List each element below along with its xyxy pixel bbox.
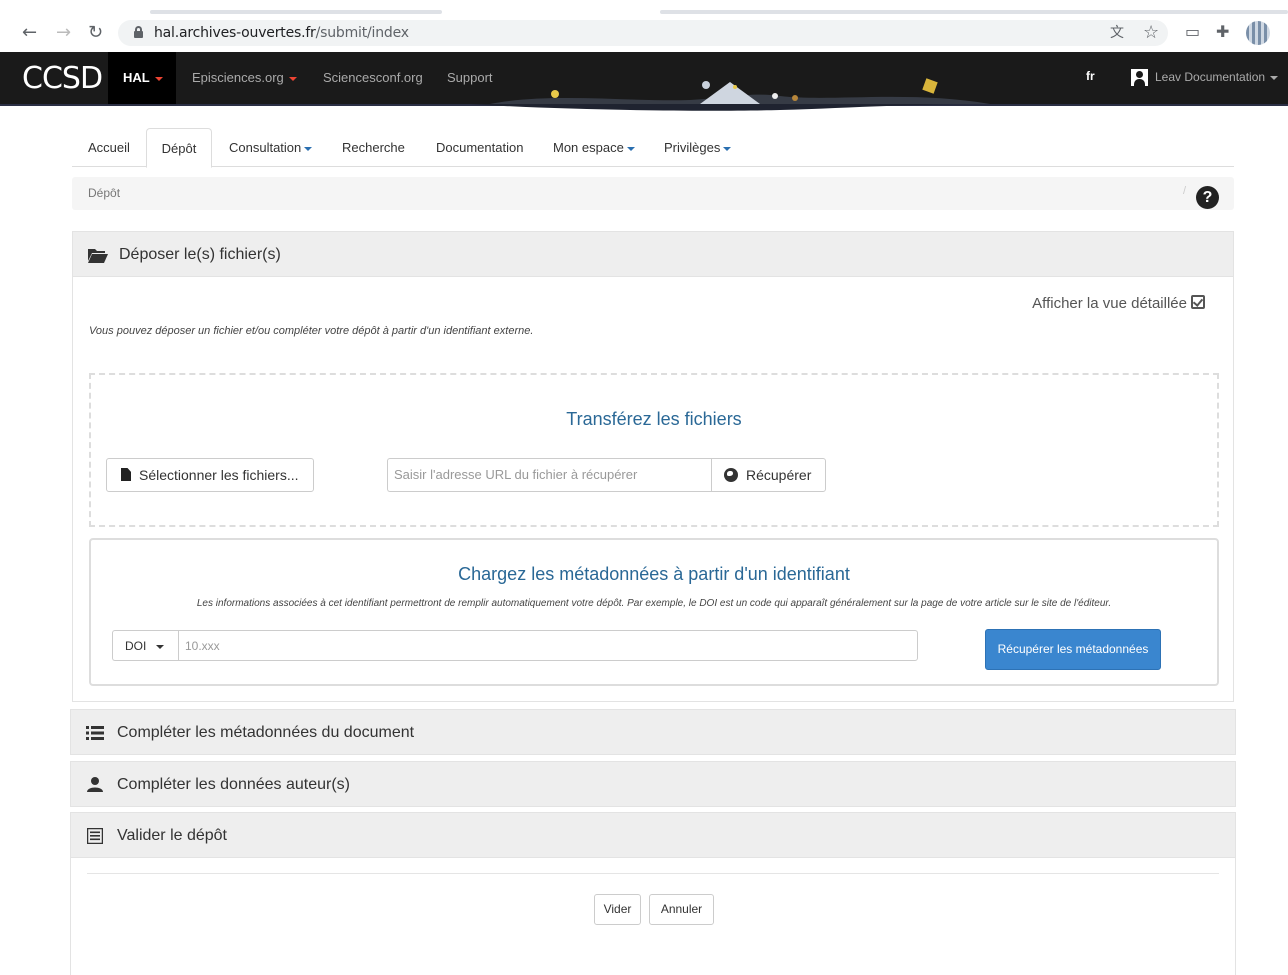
fetch-url-button[interactable]: Récupérer [711, 458, 826, 492]
tab-depot[interactable]: Dépôt [146, 128, 212, 168]
identifier-type-select[interactable]: DOI [112, 630, 178, 661]
extensions-icon[interactable]: ✚ [1216, 22, 1229, 41]
transfer-title: Transférez les fichiers [566, 409, 742, 429]
caret-down-icon [1270, 75, 1279, 80]
deposit-intro-text: Vous pouvez déposer un fichier et/ou com… [89, 325, 534, 337]
file-url-input[interactable]: Saisir l'adresse URL du fichier à récupé… [387, 458, 711, 492]
validate-section-title: Valider le dépôt [117, 827, 227, 844]
caret-down-icon [156, 644, 165, 649]
breadcrumb-current: Dépôt [88, 186, 121, 200]
caret-down-icon [626, 146, 635, 151]
checkbox-checked-icon [1191, 295, 1205, 309]
deposit-files-panel-header[interactable]: Déposer le(s) fichier(s) [72, 231, 1234, 277]
hal-portal-menu[interactable]: HAL [108, 52, 176, 104]
banner-illustration [490, 78, 990, 104]
authors-section-title: Compléter les données auteur(s) [117, 776, 351, 793]
tab-consultation[interactable]: Consultation [229, 128, 313, 167]
profile-avatar[interactable] [1246, 21, 1270, 45]
file-icon [121, 468, 131, 481]
select-files-button[interactable]: Sélectionner les fichiers... [106, 458, 314, 492]
divider [87, 873, 1219, 874]
metadata-import-title: Chargez les métadonnées à partir d'un id… [458, 564, 850, 584]
tab-accueil[interactable]: Accueil [88, 128, 130, 167]
fetch-metadata-button[interactable]: Récupérer les métadonnées [985, 629, 1161, 670]
tab-mon-espace[interactable]: Mon espace [553, 128, 635, 167]
user-icon [1131, 69, 1148, 86]
tab-documentation[interactable]: Documentation [436, 128, 523, 167]
help-icon[interactable]: ? [1196, 186, 1219, 209]
user-icon [87, 777, 103, 792]
site-header: CCSD HAL Episciences.org Sciencesconf.or… [0, 52, 1288, 104]
caret-down-icon [154, 76, 163, 81]
list-icon [86, 726, 104, 740]
reload-icon[interactable]: ↻ [88, 22, 103, 44]
back-icon[interactable]: ← [22, 22, 37, 44]
validate-panel-header[interactable]: Valider le dépôt [70, 812, 1236, 858]
globe-icon [724, 468, 738, 482]
breadcrumb: Dépôt / ? [72, 177, 1234, 210]
language-switch[interactable]: fr [1086, 69, 1095, 83]
authors-panel-header[interactable]: Compléter les données auteur(s) [70, 761, 1236, 807]
identifier-input[interactable]: 10.xxx [178, 630, 918, 661]
banner-strip [0, 104, 1288, 111]
user-menu[interactable]: Leav Documentation [1155, 70, 1279, 84]
metadata-import-description: Les informations associées à cet identif… [196, 598, 1112, 609]
deposit-files-title: Déposer le(s) fichier(s) [119, 246, 281, 263]
tab-recherche[interactable]: Recherche [342, 128, 405, 167]
identifier-metadata-box: Chargez les métadonnées à partir d'un id… [89, 538, 1219, 686]
caret-down-icon [723, 146, 732, 151]
browser-tab[interactable] [150, 10, 442, 14]
browser-toolbar: ← → ↻ hal.archives-ouvertes.fr/submit/in… [0, 0, 1288, 52]
lock-icon[interactable] [134, 26, 143, 38]
metadata-panel-header[interactable]: Compléter les métadonnées du document [70, 709, 1236, 755]
document-list-icon [87, 828, 103, 844]
bookmark-star-icon[interactable]: ☆ [1143, 22, 1159, 43]
breadcrumb-separator: / [1183, 185, 1187, 197]
detailed-view-toggle[interactable]: Afficher la vue détaillée [1032, 295, 1205, 312]
caret-down-icon [304, 146, 313, 151]
form-actions: Vider Annuler [70, 858, 1236, 975]
metadata-section-title: Compléter les métadonnées du document [117, 724, 415, 741]
url-text[interactable]: hal.archives-ouvertes.fr/submit/index [154, 25, 409, 41]
translate-icon[interactable]: 文 [1110, 22, 1124, 42]
main-nav: Accueil Dépôt Consultation Recherche Doc… [72, 128, 1234, 168]
clear-button[interactable]: Vider [594, 894, 641, 925]
file-dropzone[interactable]: Transférez les fichiers Sélectionner les… [89, 373, 1219, 527]
cancel-button[interactable]: Annuler [649, 894, 714, 925]
caret-down-icon [288, 76, 297, 81]
browser-tab[interactable] [660, 10, 1288, 14]
ccsd-logo[interactable]: CCSD [22, 61, 103, 96]
address-bar[interactable]: hal.archives-ouvertes.fr/submit/index [118, 20, 1168, 46]
folder-open-icon [88, 249, 108, 263]
deposit-files-panel: Afficher la vue détaillée Vous pouvez dé… [72, 277, 1234, 702]
tab-privileges[interactable]: Privilèges [664, 128, 732, 167]
sciencesconf-link[interactable]: Sciencesconf.org [323, 70, 423, 85]
reader-icon[interactable]: ▭ [1185, 22, 1200, 41]
forward-icon[interactable]: → [56, 22, 71, 44]
episciences-link[interactable]: Episciences.org [192, 70, 297, 85]
